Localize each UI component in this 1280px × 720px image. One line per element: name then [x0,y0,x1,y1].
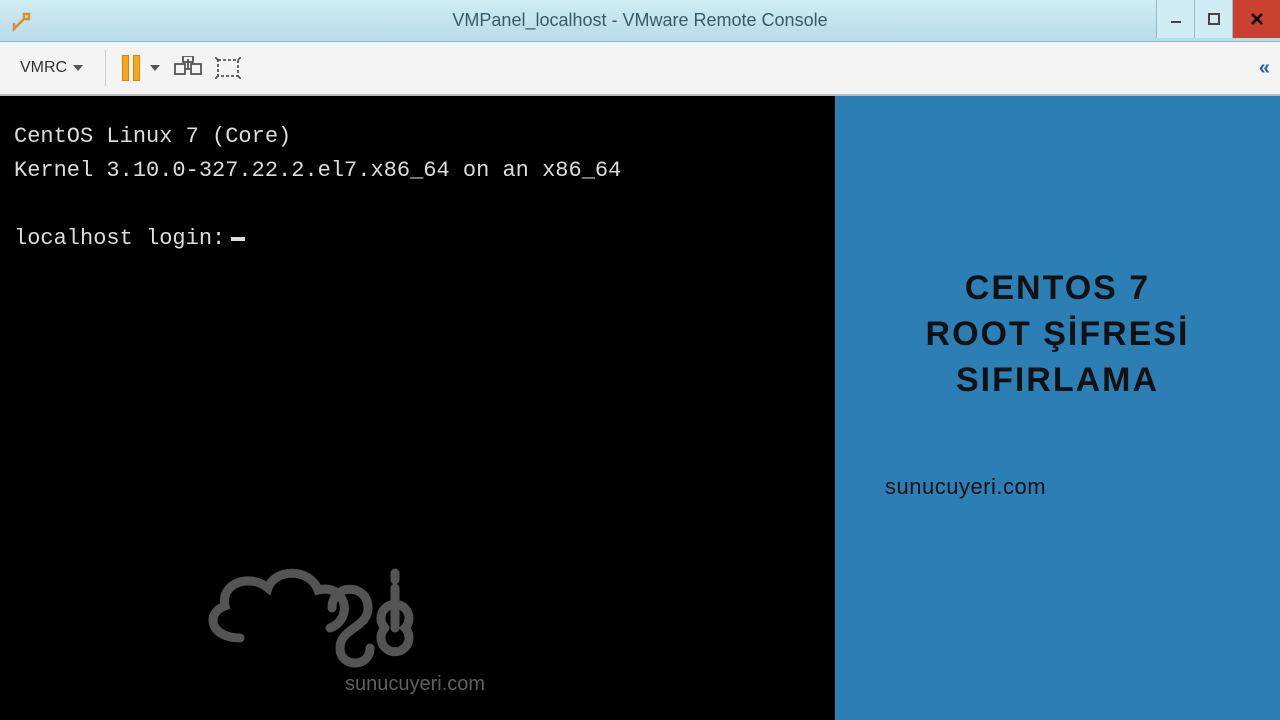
toolbar: VMRC « [0,42,1280,96]
vmrc-label: VMRC [20,59,67,77]
window-controls [1156,0,1280,38]
console-line: Kernel 3.10.0-327.22.2.el7.x86_64 on an … [14,154,821,188]
overlay-headline: CENTOS 7 ROOT ŞİFRESİ SIFIRLAMA [865,266,1250,404]
dropdown-icon [150,65,160,71]
collapse-panel-button[interactable]: « [1259,57,1270,80]
overlay-panel: CENTOS 7 ROOT ŞİFRESİ SIFIRLAMA sunucuye… [835,96,1280,720]
cursor-icon [231,237,245,241]
console-line: CentOS Linux 7 (Core) [14,120,821,154]
watermark-text: sunucuyeri.com [345,669,485,700]
vmrc-menu-button[interactable]: VMRC [10,53,93,83]
vm-console[interactable]: CentOS Linux 7 (Core) Kernel 3.10.0-327.… [0,96,835,720]
fullscreen-button[interactable] [212,52,244,84]
pause-icon [122,55,140,81]
overlay-site: sunucuyeri.com [865,474,1250,500]
close-button[interactable] [1232,0,1280,38]
app-icon [10,9,34,33]
window-title: VMPanel_localhost - VMware Remote Consol… [452,10,827,31]
dropdown-icon [73,65,83,71]
maximize-button[interactable] [1194,0,1232,38]
minimize-button[interactable] [1156,0,1194,38]
title-bar: VMPanel_localhost - VMware Remote Consol… [0,0,1280,42]
console-prompt: localhost login: [14,222,821,256]
send-ctrl-alt-del-button[interactable] [172,52,204,84]
vmware-remote-console-window: VMPanel_localhost - VMware Remote Consol… [0,0,1280,720]
console-blank [14,188,821,222]
pause-button[interactable] [118,51,164,85]
separator [105,50,106,86]
